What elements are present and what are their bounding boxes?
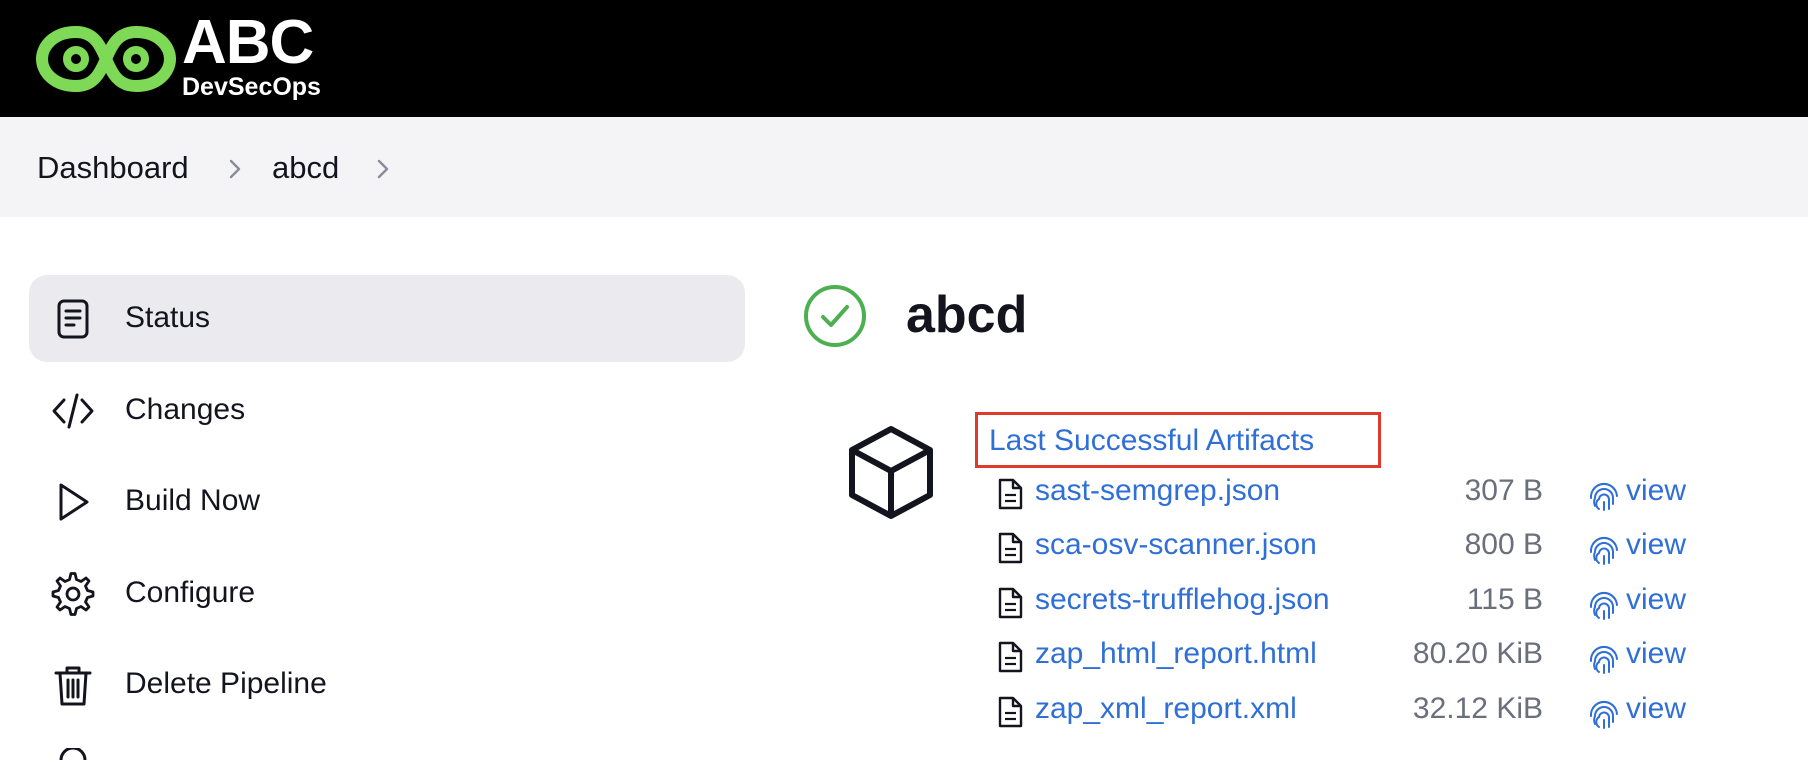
infinity-logo-icon [36, 25, 176, 93]
page-title: abcd [906, 286, 1028, 344]
sidebar-item-label: Status [125, 301, 211, 334]
sidebar-item-build-now[interactable]: Build Now [29, 458, 745, 545]
breadcrumb: Dashboard abcd [0, 117, 1808, 217]
success-check-icon [804, 285, 866, 347]
view-artifact-link[interactable]: view [1626, 527, 1686, 563]
abc-devsecops-logo[interactable]: ABC DevSecOps [36, 10, 386, 105]
sidebar-item-changes[interactable]: Changes [29, 367, 745, 454]
fingerprint-icon[interactable] [1587, 478, 1621, 512]
partial-icon [59, 748, 87, 761]
list-item: sast-semgrep.json 307 B view [995, 468, 1695, 518]
package-icon [849, 426, 933, 519]
artifacts-heading: Last Successful Artifacts [989, 424, 1315, 457]
chevron-right-icon [229, 159, 241, 179]
artifact-file-size: 80.20 KiB [1412, 637, 1543, 670]
fingerprint-icon[interactable] [1587, 587, 1621, 621]
file-icon [998, 696, 1023, 728]
sidebar-item-status[interactable]: Status [29, 275, 745, 362]
artifact-file-link[interactable]: zap_xml_report.xml [1035, 691, 1297, 727]
file-icon [998, 532, 1023, 564]
top-header: ABC DevSecOps [0, 0, 1808, 117]
last-successful-artifacts-link[interactable]: Last Successful Artifacts [975, 412, 1381, 468]
artifact-file-link[interactable]: sca-osv-scanner.json [1035, 527, 1317, 563]
view-artifact-link[interactable]: view [1626, 691, 1686, 727]
breadcrumb-item-dashboard[interactable]: Dashboard [37, 150, 189, 186]
logo-subtitle: DevSecOps [182, 73, 321, 101]
artifact-file-size: 307 B [1464, 474, 1543, 507]
chevron-right-icon[interactable] [370, 154, 396, 184]
play-icon [59, 483, 89, 521]
logo-title: ABC [182, 8, 314, 77]
sidebar-item-label: Delete Pipeline [125, 667, 327, 700]
fingerprint-icon[interactable] [1587, 641, 1621, 675]
fingerprint-icon[interactable] [1587, 696, 1621, 730]
sidebar-item-label: Changes [125, 393, 246, 426]
artifact-file-size: 32.12 KiB [1412, 692, 1543, 725]
sidebar-item-delete-pipeline[interactable]: Delete Pipeline [29, 641, 745, 728]
trash-icon [54, 666, 92, 706]
sidebar-item-label: Build Now [125, 484, 261, 517]
file-icon [998, 478, 1023, 510]
file-icon [998, 641, 1023, 673]
artifact-file-link[interactable]: secrets-trufflehog.json [1035, 582, 1330, 618]
list-item: zap_html_report.html 80.20 KiB view [995, 631, 1695, 681]
breadcrumb-item-job[interactable]: abcd [272, 150, 339, 186]
fingerprint-icon[interactable] [1587, 532, 1621, 566]
artifact-file-size: 800 B [1464, 528, 1543, 561]
view-artifact-link[interactable]: view [1626, 636, 1686, 672]
sidebar-item-configure[interactable]: Configure [29, 550, 745, 637]
artifact-file-link[interactable]: sast-semgrep.json [1035, 473, 1280, 509]
list-item: secrets-trufflehog.json 115 B view [995, 577, 1695, 627]
sidebar-item-label: Configure [125, 576, 256, 609]
artifact-file-link[interactable]: zap_html_report.html [1035, 636, 1317, 672]
list-item: zap_xml_report.xml 32.12 KiB view [995, 686, 1695, 736]
status-document-icon [57, 299, 89, 339]
list-item: sca-osv-scanner.json 800 B view [995, 522, 1695, 572]
file-icon [998, 587, 1023, 619]
view-artifact-link[interactable]: view [1626, 473, 1686, 509]
gear-icon [51, 572, 95, 616]
view-artifact-link[interactable]: view [1626, 582, 1686, 618]
code-icon [52, 393, 94, 429]
artifact-file-size: 115 B [1466, 583, 1543, 616]
